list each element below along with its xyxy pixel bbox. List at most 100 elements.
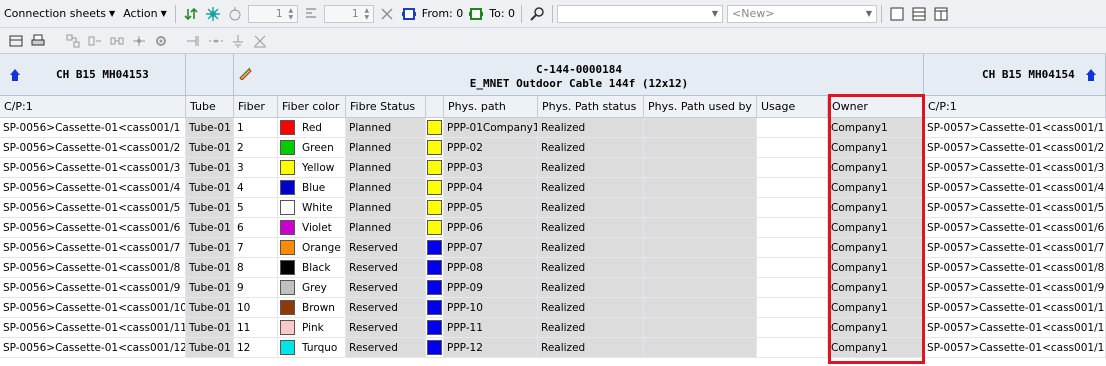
cell-usage[interactable]	[757, 158, 828, 178]
cell-path-swatch[interactable]	[426, 238, 444, 258]
cell-owner[interactable]: Company1	[828, 118, 924, 138]
cell-phys-path-status[interactable]: Realized	[538, 318, 644, 338]
cell-path-swatch[interactable]	[426, 318, 444, 338]
cell-usage[interactable]	[757, 118, 828, 138]
cell-phys-path-status[interactable]: Realized	[538, 278, 644, 298]
cell-phys-path-status[interactable]: Realized	[538, 138, 644, 158]
cell-fiber-color[interactable]: White	[278, 198, 346, 218]
cell-cp-right[interactable]: SP-0057>Cassette-01<cass001/6	[924, 218, 1106, 238]
cell-owner[interactable]: Company1	[828, 238, 924, 258]
col-header-owner[interactable]: Owner	[828, 96, 924, 118]
cell-phys-path-used-by[interactable]	[644, 258, 757, 278]
cell-path-swatch[interactable]	[426, 198, 444, 218]
cell-owner[interactable]: Company1	[828, 278, 924, 298]
cell-cp-right[interactable]: SP-0057>Cassette-01<cass001/12	[924, 338, 1106, 358]
cell-phys-path-used-by[interactable]	[644, 198, 757, 218]
cell-cp-right[interactable]: SP-0057>Cassette-01<cass001/3	[924, 158, 1106, 178]
cell-phys-path-status[interactable]: Realized	[538, 118, 644, 138]
cell-cp-right[interactable]: SP-0057>Cassette-01<cass001/9	[924, 278, 1106, 298]
cell-fibre-status[interactable]: Planned	[346, 158, 426, 178]
cell-fiber[interactable]: 10	[234, 298, 278, 318]
cell-path-swatch[interactable]	[426, 338, 444, 358]
cell-usage[interactable]	[757, 258, 828, 278]
cell-phys-path[interactable]: PPP-05	[444, 198, 538, 218]
cell-phys-path-status[interactable]: Realized	[538, 238, 644, 258]
dotted-line-icon[interactable]	[206, 31, 226, 51]
cell-cp-left[interactable]: SP-0056>Cassette-01<cass001/8	[0, 258, 186, 278]
spin-input-2[interactable]: 1 ▲ ▼	[323, 4, 374, 23]
cell-phys-path[interactable]: PPP-08	[444, 258, 538, 278]
cell-cp-left[interactable]: SP-0056>Cassette-01<cass001/10	[0, 298, 186, 318]
col-header-usage[interactable]: Usage	[757, 96, 828, 118]
cell-owner[interactable]: Company1	[828, 258, 924, 278]
cell-phys-path-status[interactable]: Realized	[538, 198, 644, 218]
cell-fibre-status[interactable]: Reserved	[346, 298, 426, 318]
cell-cp-left[interactable]: SP-0056>Cassette-01<cass001/11	[0, 318, 186, 338]
cell-phys-path-used-by[interactable]	[644, 138, 757, 158]
cell-phys-path-status[interactable]: Realized	[538, 258, 644, 278]
cell-tube[interactable]: Tube-01	[186, 238, 234, 258]
new-combo[interactable]: <New> ▼	[727, 4, 878, 23]
connection-sheets-menu[interactable]: Connection sheets ▼	[0, 3, 119, 25]
cell-tube[interactable]: Tube-01	[186, 218, 234, 238]
align-icon[interactable]	[301, 4, 321, 24]
cell-usage[interactable]	[757, 238, 828, 258]
cell-cp-left[interactable]: SP-0056>Cassette-01<cass001/1	[0, 118, 186, 138]
to-icon[interactable]	[466, 4, 486, 24]
cell-fiber[interactable]: 8	[234, 258, 278, 278]
cell-path-swatch[interactable]	[426, 258, 444, 278]
spin-arrows-icon[interactable]: ▲ ▼	[363, 7, 371, 21]
cell-owner[interactable]: Company1	[828, 158, 924, 178]
col-header-phys-path-used-by[interactable]: Phys. Path used by	[644, 96, 757, 118]
chevron-down-icon[interactable]: ▼	[712, 9, 718, 18]
cell-fiber-color[interactable]: Black	[278, 258, 346, 278]
cell-path-swatch[interactable]	[426, 298, 444, 318]
cell-cp-left[interactable]: SP-0056>Cassette-01<cass001/12	[0, 338, 186, 358]
cell-tube[interactable]: Tube-01	[186, 178, 234, 198]
patch-icon[interactable]	[225, 4, 245, 24]
cell-fiber-color[interactable]: Brown	[278, 298, 346, 318]
cell-phys-path-status[interactable]: Realized	[538, 218, 644, 238]
cell-phys-path-used-by[interactable]	[644, 118, 757, 138]
cell-fiber-color[interactable]: Yellow	[278, 158, 346, 178]
cell-usage[interactable]	[757, 278, 828, 298]
disconnect-icon[interactable]	[85, 31, 105, 51]
cell-tube[interactable]: Tube-01	[186, 278, 234, 298]
cell-usage[interactable]	[757, 138, 828, 158]
cell-tube[interactable]: Tube-01	[186, 118, 234, 138]
cell-fiber-color[interactable]: Red	[278, 118, 346, 138]
cell-cp-left[interactable]: SP-0056>Cassette-01<cass001/9	[0, 278, 186, 298]
home-icon[interactable]	[1085, 68, 1097, 85]
cell-cp-right[interactable]: SP-0057>Cassette-01<cass001/2	[924, 138, 1106, 158]
cell-usage[interactable]	[757, 298, 828, 318]
cell-cp-right[interactable]: SP-0057>Cassette-01<cass001/11	[924, 318, 1106, 338]
cell-fiber-color[interactable]: Orange	[278, 238, 346, 258]
swap-icon[interactable]	[181, 4, 201, 24]
cell-path-swatch[interactable]	[426, 218, 444, 238]
cell-fiber-color[interactable]: Green	[278, 138, 346, 158]
cell-fibre-status[interactable]: Planned	[346, 218, 426, 238]
chevron-down-icon[interactable]: ▼	[866, 9, 872, 18]
cell-path-swatch[interactable]	[426, 138, 444, 158]
split-vertical-icon[interactable]	[931, 4, 951, 24]
cell-phys-path-used-by[interactable]	[644, 338, 757, 358]
cell-tube[interactable]: Tube-01	[186, 318, 234, 338]
col-header-cp-right[interactable]: C/P:1	[924, 96, 1106, 118]
layout-icon[interactable]	[6, 31, 26, 51]
cell-phys-path-status[interactable]: Realized	[538, 338, 644, 358]
route-icon[interactable]	[184, 31, 204, 51]
ground-icon[interactable]	[228, 31, 248, 51]
cell-usage[interactable]	[757, 318, 828, 338]
print-icon[interactable]	[28, 31, 48, 51]
col-header-phys-path-status[interactable]: Phys. Path status	[538, 96, 644, 118]
cell-fibre-status[interactable]: Reserved	[346, 278, 426, 298]
col-header-path-swatch[interactable]	[426, 96, 444, 118]
cell-tube[interactable]: Tube-01	[186, 138, 234, 158]
cell-cp-right[interactable]: SP-0057>Cassette-01<cass001/1	[924, 118, 1106, 138]
cell-fiber[interactable]: 5	[234, 198, 278, 218]
cell-fibre-status[interactable]: Reserved	[346, 238, 426, 258]
cell-fiber[interactable]: 11	[234, 318, 278, 338]
cell-phys-path-used-by[interactable]	[644, 158, 757, 178]
col-header-fiber-color[interactable]: Fiber color	[278, 96, 346, 118]
cell-fiber-color[interactable]: Blue	[278, 178, 346, 198]
